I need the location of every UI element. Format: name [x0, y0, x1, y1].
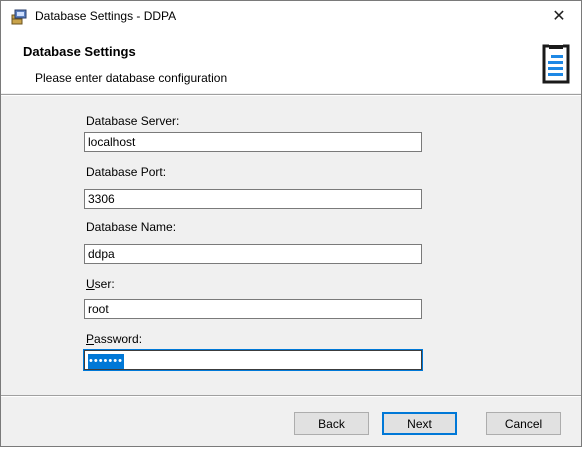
name-input[interactable]: ddpa — [84, 244, 422, 264]
cancel-button[interactable]: Cancel — [486, 412, 561, 435]
close-icon: ✕ — [552, 8, 566, 25]
server-input[interactable]: localhost — [84, 132, 422, 152]
next-button[interactable]: Next — [382, 412, 457, 435]
password-label-rest: assword: — [94, 332, 143, 346]
back-button[interactable]: Back — [294, 412, 369, 435]
document-logo-icon — [541, 44, 571, 84]
title-bar: Database Settings - DDPA ✕ — [1, 1, 581, 31]
footer-divider — [1, 395, 581, 397]
database-form: Database Server: localhost Database Port… — [1, 96, 581, 396]
user-label: User: — [86, 277, 115, 291]
user-label-rest: ser: — [94, 277, 115, 291]
password-label-mnemonic: P — [86, 332, 95, 346]
user-label-mnemonic: U — [86, 277, 95, 291]
port-input[interactable]: 3306 — [84, 189, 422, 209]
name-label: Database Name: — [86, 220, 177, 234]
banner-subtitle: Please enter database configuration — [35, 71, 228, 85]
password-input[interactable]: ••••••• — [84, 350, 422, 370]
user-input[interactable]: root — [84, 299, 422, 319]
password-label: Password: — [86, 332, 142, 346]
server-label: Database Server: — [86, 114, 180, 128]
window-title: Database Settings - DDPA — [35, 9, 177, 23]
header-banner: Database Settings Please enter database … — [1, 31, 581, 93]
close-button[interactable]: ✕ — [537, 1, 581, 31]
port-label: Database Port: — [86, 165, 167, 179]
installer-icon — [10, 8, 28, 26]
banner-title: Database Settings — [23, 44, 136, 59]
installer-window: Database Settings - DDPA ✕ Database Sett… — [0, 0, 582, 447]
password-selected-text: ••••••• — [88, 354, 124, 369]
